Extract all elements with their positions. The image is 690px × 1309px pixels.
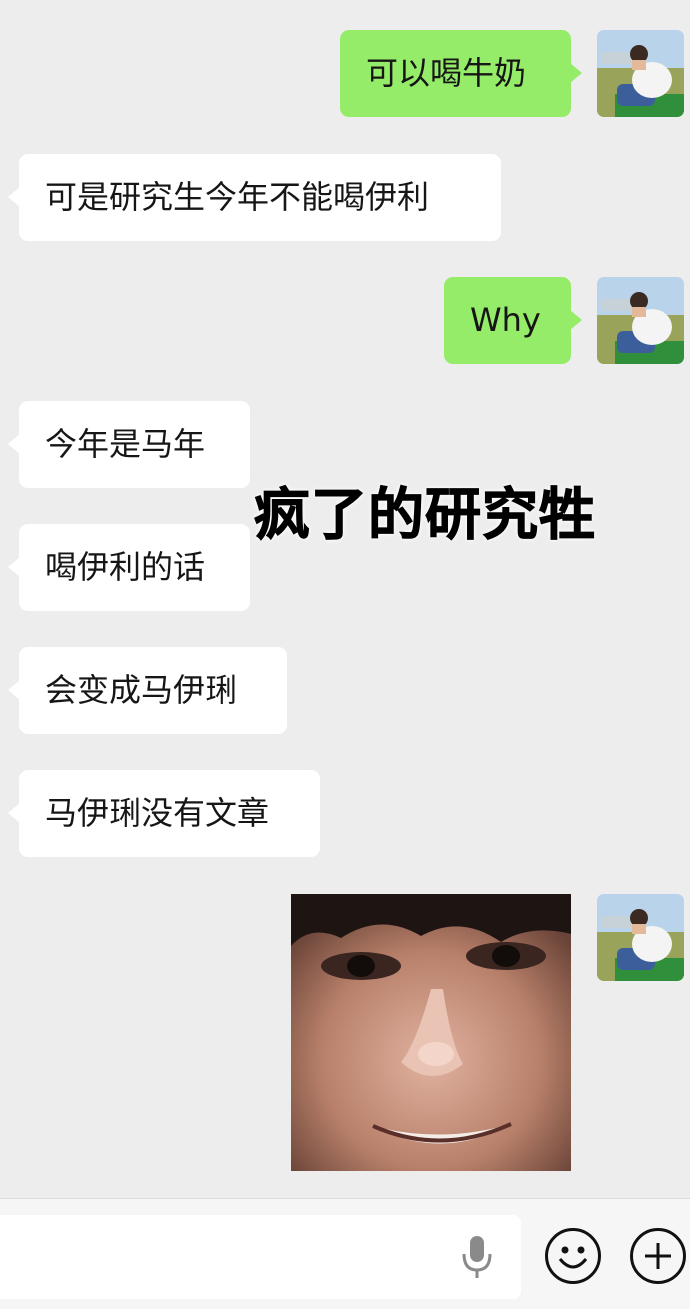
selfie-face-sticker-icon — [291, 894, 571, 1171]
my-message-bubble[interactable]: Why — [444, 277, 582, 364]
my-avatar[interactable] — [597, 277, 684, 364]
avatar-photo-icon — [597, 30, 684, 117]
plus-circle-icon — [645, 1243, 671, 1269]
avatar-photo-icon — [597, 277, 684, 364]
smiley-face-icon — [558, 1246, 588, 1269]
my-message-bubble[interactable]: 可以喝牛奶 — [340, 30, 582, 117]
avatar-photo-icon — [597, 894, 684, 981]
my-avatar[interactable] — [597, 30, 684, 117]
sticker-image[interactable] — [291, 894, 571, 1171]
their-message-bubble[interactable]: 今年是马年 — [8, 401, 250, 488]
message-input[interactable] — [0, 1215, 521, 1299]
their-message-bubble[interactable]: 喝伊利的话 — [8, 524, 250, 611]
emoji-button[interactable] — [545, 1228, 601, 1284]
microphone-icon[interactable] — [457, 1232, 497, 1282]
their-message-bubble[interactable]: 马伊琍没有文章 — [8, 770, 320, 857]
their-message-bubble[interactable]: 会变成马伊琍 — [8, 647, 287, 734]
their-message-bubble[interactable]: 可是研究生今年不能喝伊利 — [8, 154, 501, 241]
my-avatar[interactable] — [597, 894, 684, 981]
plus-button[interactable] — [630, 1228, 686, 1284]
chat-area: 可以喝牛奶 可是研究生今年不能喝伊利 Why 今年是马年 喝伊利的话 会变成马伊… — [0, 0, 690, 1198]
overlay-caption: 疯了的研究牲 — [254, 483, 596, 549]
